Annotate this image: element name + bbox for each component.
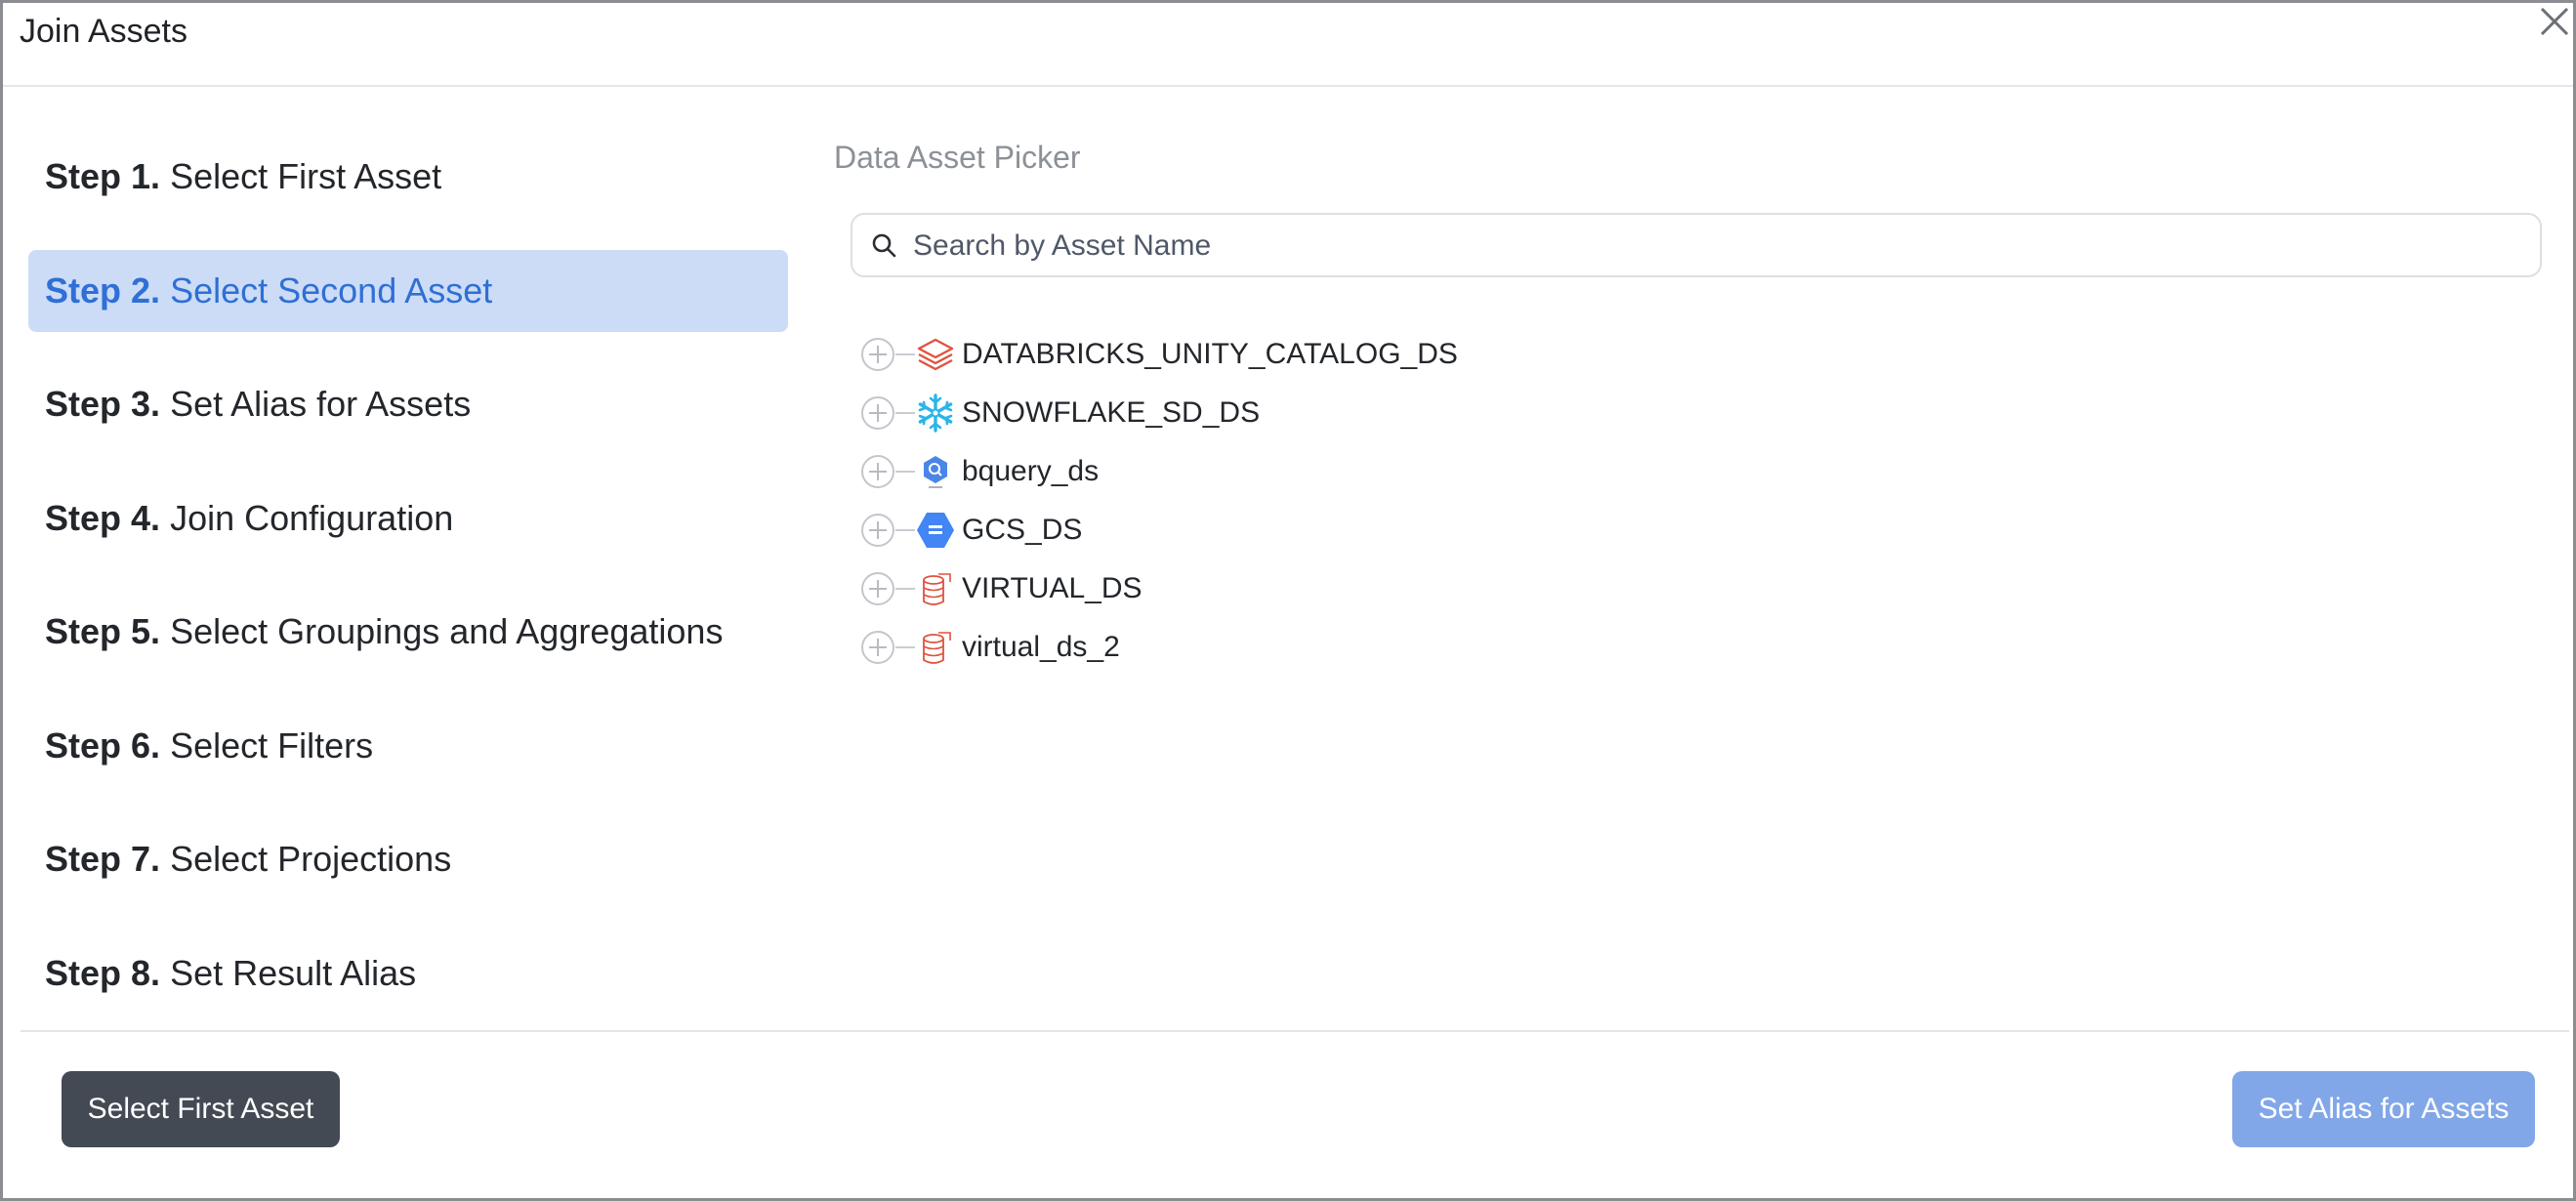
step-number: Step 3. [45, 384, 161, 424]
bigquery-icon [924, 456, 947, 488]
close-button[interactable] [2534, 3, 2573, 42]
step-5[interactable]: Step 5. Select Groupings and Aggregation… [28, 591, 788, 673]
step-label: Join Configuration [170, 497, 454, 538]
tree-connector [895, 353, 915, 355]
expand-icon[interactable] [860, 630, 895, 665]
step-number: Step 5. [45, 611, 161, 651]
tree-connector [895, 471, 915, 473]
expand-icon[interactable] [860, 571, 895, 606]
search-input[interactable] [911, 221, 2516, 271]
dialog-header: Join Assets [3, 3, 2573, 87]
step-label: Select Groupings and Aggregations [170, 611, 724, 651]
tree-connector [895, 412, 915, 414]
next-button[interactable]: Set Alias for Assets [2232, 1071, 2535, 1147]
step-1[interactable]: Step 1. Select First Asset [28, 136, 788, 218]
dialog-title: Join Assets [20, 13, 187, 50]
close-icon [2540, 7, 2569, 36]
tree-node: GCS_DS [860, 501, 1458, 559]
datasource-tree: DATABRICKS_UNITY_CATALOG_DS SNOWFLAKE_SD… [860, 325, 1458, 677]
step-label: Set Result Alias [170, 952, 417, 993]
step-7[interactable]: Step 7. Select Projections [28, 818, 788, 900]
datasource-label[interactable]: VIRTUAL_DS [962, 572, 1143, 605]
databricks-icon [917, 338, 954, 371]
expand-icon[interactable] [860, 395, 895, 431]
tree-connector [895, 646, 915, 648]
search-icon [872, 233, 896, 258]
step-2[interactable]: Step 2. Select Second Asset [28, 249, 788, 332]
tree-connector [895, 588, 915, 590]
step-label: Select Projections [170, 839, 452, 879]
step-8[interactable]: Step 8. Set Result Alias [28, 932, 788, 1015]
datasource-label[interactable]: virtual_ds_2 [962, 631, 1120, 664]
tree-node: SNOWFLAKE_SD_DS [860, 384, 1458, 442]
step-label: Set Alias for Assets [170, 384, 472, 424]
footer-divider [21, 1030, 2569, 1032]
step-6[interactable]: Step 6. Select Filters [28, 705, 788, 787]
tree-node: virtual_ds_2 [860, 618, 1458, 677]
expand-icon[interactable] [860, 454, 895, 489]
gcs-icon [917, 513, 954, 548]
picker-title: Data Asset Picker [834, 140, 1081, 175]
snowflake-icon [918, 393, 953, 433]
expand-icon[interactable] [860, 513, 895, 548]
search-box [851, 213, 2542, 277]
step-number: Step 1. [45, 156, 161, 196]
step-number: Step 2. [45, 269, 161, 311]
expand-icon[interactable] [860, 337, 895, 372]
join-assets-dialog: Join Assets Step 1. Select First Asset S… [0, 0, 2576, 1201]
step-list: Step 1. Select First Asset Step 2. Selec… [28, 136, 788, 1046]
virtual-ds-icon [923, 632, 951, 664]
step-3[interactable]: Step 3. Set Alias for Assets [28, 363, 788, 445]
datasource-label[interactable]: DATABRICKS_UNITY_CATALOG_DS [962, 338, 1458, 371]
tree-connector [895, 529, 915, 531]
datasource-label[interactable]: GCS_DS [962, 514, 1082, 547]
back-button[interactable]: Select First Asset [62, 1071, 340, 1147]
step-number: Step 7. [45, 839, 161, 879]
step-number: Step 4. [45, 497, 161, 538]
step-label: Select Second Asset [170, 269, 493, 311]
tree-node: bquery_ds [860, 442, 1458, 501]
step-number: Step 8. [45, 952, 161, 993]
tree-node: VIRTUAL_DS [860, 559, 1458, 618]
step-label: Select First Asset [170, 156, 442, 196]
step-4[interactable]: Step 4. Join Configuration [28, 477, 788, 559]
step-number: Step 6. [45, 725, 161, 766]
step-label: Select Filters [170, 725, 374, 766]
datasource-label[interactable]: SNOWFLAKE_SD_DS [962, 396, 1260, 430]
datasource-label[interactable]: bquery_ds [962, 455, 1099, 488]
tree-node: DATABRICKS_UNITY_CATALOG_DS [860, 325, 1458, 384]
virtual-ds-icon [923, 573, 951, 605]
